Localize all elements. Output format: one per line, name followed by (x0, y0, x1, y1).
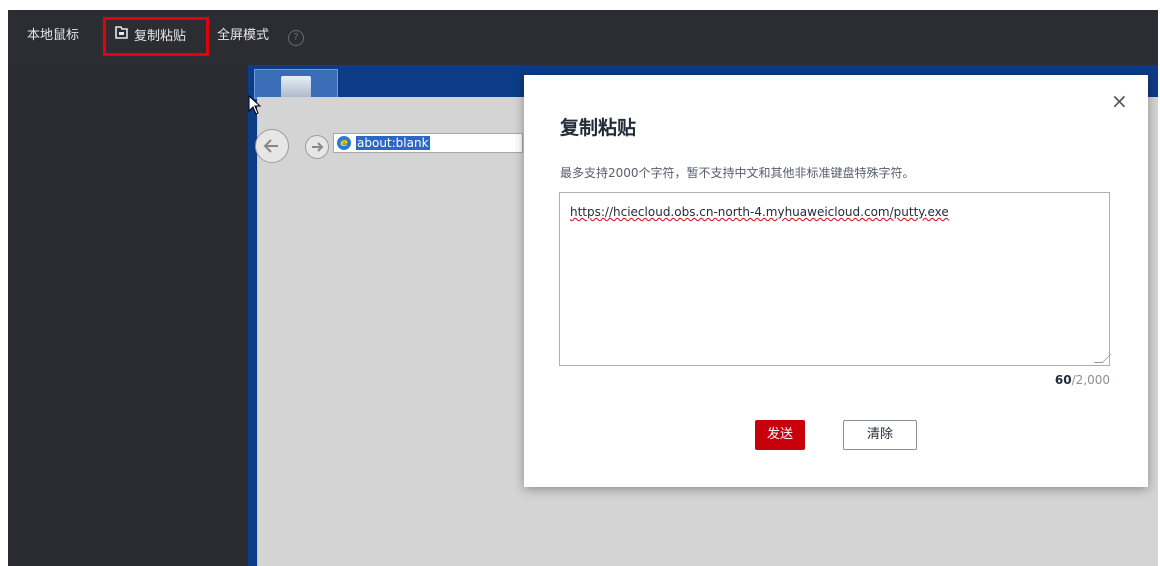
back-arrow-icon (263, 139, 278, 153)
dialog-hint: 最多支持2000个字符，暂不支持中文和其他非标准键盘特殊字符。 (560, 166, 915, 180)
address-bar[interactable]: e about:blank (333, 133, 523, 153)
forward-button[interactable] (305, 135, 329, 159)
ie-icon: e (337, 136, 351, 150)
fullscreen-button[interactable]: 全屏模式 (217, 10, 269, 65)
address-text: about:blank (356, 136, 430, 150)
close-icon[interactable]: × (1111, 91, 1128, 111)
send-button[interactable]: 发送 (755, 420, 805, 450)
sidebar (8, 65, 248, 566)
char-count-max: /2,000 (1071, 373, 1110, 387)
toolbar: 本地鼠标 复制粘贴 全屏模式 ? (8, 10, 1158, 65)
forward-arrow-icon (312, 142, 324, 152)
char-counter: 60/2,000 (1055, 373, 1110, 387)
back-button[interactable] (255, 129, 289, 163)
clipboard-icon (115, 19, 128, 52)
char-count-current: 60 (1054, 373, 1072, 387)
clear-button[interactable]: 清除 (843, 420, 917, 450)
resize-handle-icon[interactable] (1093, 354, 1112, 363)
dialog-title: 复制粘贴 (560, 117, 637, 139)
local-mouse-button[interactable]: 本地鼠标 (27, 10, 79, 65)
mouse-cursor-icon (248, 95, 262, 115)
recycle-bin-icon[interactable] (254, 69, 338, 99)
copy-paste-button[interactable]: 复制粘贴 (103, 17, 209, 56)
textarea-value: https://hciecloud.obs.cn-north-4.myhuawe… (570, 205, 949, 219)
copy-paste-label: 复制粘贴 (134, 29, 187, 44)
help-icon[interactable]: ? (288, 30, 304, 46)
paste-textarea[interactable]: https://hciecloud.obs.cn-north-4.myhuawe… (559, 192, 1112, 366)
copy-paste-dialog: 复制粘贴 × 最多支持2000个字符，暂不支持中文和其他非标准键盘特殊字符。 h… (524, 75, 1148, 487)
